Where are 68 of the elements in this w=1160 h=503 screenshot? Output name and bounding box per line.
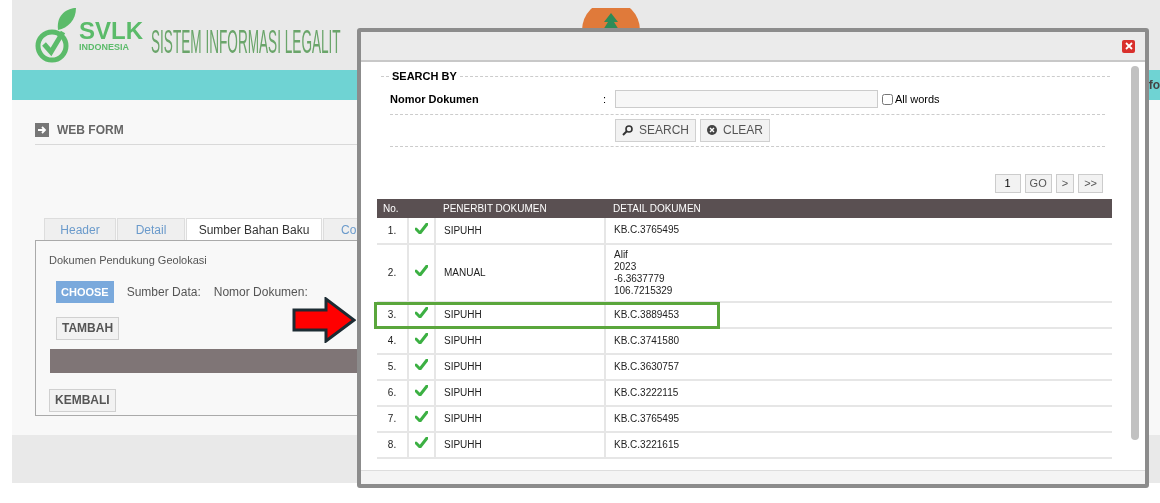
document-number-label: Nomor Dokumen: — [213, 284, 308, 301]
check-icon — [415, 359, 428, 370]
table-cell-text: KB.C.3765495 — [614, 224, 681, 236]
check-icon — [415, 265, 428, 276]
clear-icon — [707, 125, 717, 135]
search-icon — [622, 124, 633, 136]
table-cell: SIPUHH — [435, 353, 605, 380]
panel-title: Dokumen Pendukung Geolokasi — [49, 253, 207, 268]
search-field[interactable] — [615, 90, 878, 108]
check-icon — [415, 307, 428, 318]
table-cell-text: 106.7215329 — [614, 284, 674, 297]
source-label: Sumber Data: — [126, 284, 201, 301]
table-cell-text: KB.C.3222115 — [614, 386, 680, 399]
table-cell-text: KB.C.3221615 — [614, 438, 681, 451]
table-cell: SIPUHH — [435, 217, 605, 244]
scrollbar-thumb[interactable] — [1131, 66, 1139, 440]
table-cell: SIPUHH — [435, 405, 605, 432]
table-cell-text: 2023 — [614, 260, 638, 273]
search-button[interactable]: SEARCH — [615, 118, 696, 142]
logo-subtext: INDONESIA — [79, 42, 130, 52]
emblem-icon — [582, 8, 640, 30]
table-cell: SIPUHH — [435, 327, 605, 354]
site-title: SISTEM INFORMASI LEGALIT — [151, 23, 341, 59]
field-label: Nomor Dokumen — [390, 91, 480, 107]
table-cell-text: Alif — [614, 248, 629, 261]
go-button[interactable]: GO — [1024, 173, 1052, 193]
check-icon — [415, 411, 428, 422]
table-cell-text: KB.C.3630757 — [614, 360, 681, 373]
check-icon — [415, 222, 428, 234]
back-button[interactable]: KEMBALI — [49, 389, 116, 412]
table-cell-text: KB.C.3765495 — [614, 412, 681, 425]
close-button[interactable] — [1122, 39, 1135, 53]
table-cell: 4. — [377, 327, 408, 354]
check-icon — [415, 437, 428, 448]
page-number-field[interactable]: 1 — [994, 173, 1021, 193]
last-page-button[interactable]: >> — [1078, 173, 1103, 193]
table-cell: 1. — [377, 217, 408, 244]
all-words-checkbox[interactable] — [882, 93, 893, 105]
table-cell-text: -6.3637779 — [614, 272, 666, 285]
clear-button[interactable]: CLEAR — [700, 118, 771, 142]
search-legend: SEARCH BY — [389, 68, 460, 85]
table-cell: 6. — [377, 379, 408, 406]
close-icon — [1124, 42, 1133, 50]
column-header: No. — [377, 198, 408, 218]
table-cell: MANUAL — [435, 243, 605, 302]
table-cell-text: KB.C.3741580 — [614, 334, 681, 347]
logo-text: SVLK — [79, 18, 143, 43]
table-cell: SIPUHH — [435, 379, 605, 406]
table-cell-text: KB.C.3889453 — [614, 308, 681, 321]
check-icon — [415, 385, 428, 396]
column-header: PENERBIT DOKUMEN — [435, 198, 605, 218]
add-button[interactable]: TAMBAH — [56, 317, 120, 340]
tab[interactable]: Sumber Bahan Baku — [186, 218, 322, 240]
section-title: WEB FORM — [57, 122, 124, 139]
colon-separator: : — [603, 91, 608, 107]
table-cell: 3. — [377, 301, 408, 328]
next-page-button[interactable]: > — [1055, 173, 1075, 193]
nav-link[interactable]: fo — [1148, 76, 1160, 94]
column-header: DETAIL DOKUMEN — [605, 198, 1112, 218]
table-cell: 8. — [377, 431, 408, 458]
all-words-label: All words — [895, 91, 940, 107]
pointer-arrow — [292, 297, 356, 343]
table-cell: 7. — [377, 405, 408, 432]
table-cell: 2. — [377, 243, 408, 302]
table-cell: 5. — [377, 353, 408, 380]
arrow-right-icon — [35, 123, 49, 137]
table-cell: SIPUHH — [435, 431, 605, 458]
check-icon — [415, 333, 428, 344]
